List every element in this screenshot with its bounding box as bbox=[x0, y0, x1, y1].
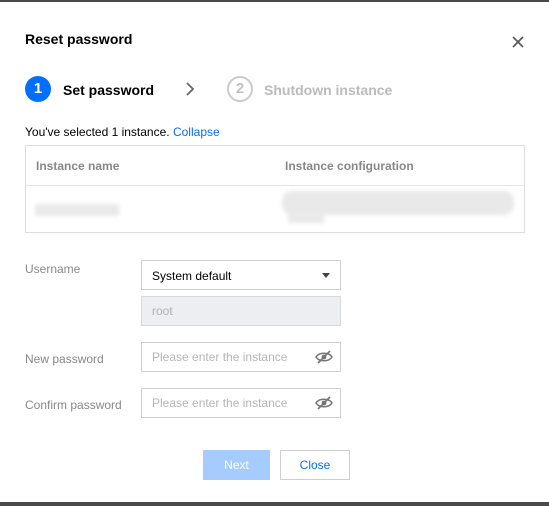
redacted-instance-name bbox=[35, 204, 119, 216]
column-header-instance-configuration: Instance configuration bbox=[285, 159, 414, 173]
chevron-right-icon bbox=[186, 82, 195, 96]
reset-password-dialog: Reset password 1 Set password 2 Shutdown… bbox=[0, 2, 549, 502]
step-2-number: 2 bbox=[227, 76, 253, 102]
step-1-label: Set password bbox=[63, 82, 155, 98]
username-select-value: System default bbox=[152, 269, 232, 283]
collapse-link[interactable]: Collapse bbox=[173, 125, 220, 139]
caret-down-icon bbox=[322, 273, 330, 278]
redacted-instance-configuration-extra bbox=[288, 213, 324, 223]
table-header-row: Instance name Instance configuration bbox=[26, 146, 524, 186]
selection-summary: You've selected 1 instance. Collapse bbox=[25, 125, 220, 139]
confirm-password-input[interactable] bbox=[141, 388, 341, 418]
column-header-instance-name: Instance name bbox=[36, 159, 120, 173]
next-button[interactable]: Next bbox=[203, 450, 270, 480]
close-button[interactable]: Close bbox=[280, 450, 350, 480]
eye-off-icon[interactable] bbox=[315, 350, 333, 364]
new-password-input[interactable] bbox=[141, 342, 341, 372]
dialog-title: Reset password bbox=[25, 31, 133, 47]
confirm-password-label: Confirm password bbox=[25, 398, 122, 412]
step-1-number: 1 bbox=[25, 76, 51, 102]
new-password-label: New password bbox=[25, 352, 104, 366]
instance-table: Instance name Instance configuration bbox=[25, 145, 525, 233]
step-2-label: Shutdown instance bbox=[264, 82, 393, 98]
eye-off-icon[interactable] bbox=[315, 396, 333, 410]
close-icon[interactable] bbox=[508, 32, 528, 52]
username-label: Username bbox=[25, 262, 81, 276]
username-field bbox=[141, 296, 341, 326]
selection-text: You've selected 1 instance. bbox=[25, 125, 170, 139]
username-select[interactable]: System default bbox=[141, 260, 341, 290]
redacted-instance-configuration bbox=[282, 191, 514, 215]
